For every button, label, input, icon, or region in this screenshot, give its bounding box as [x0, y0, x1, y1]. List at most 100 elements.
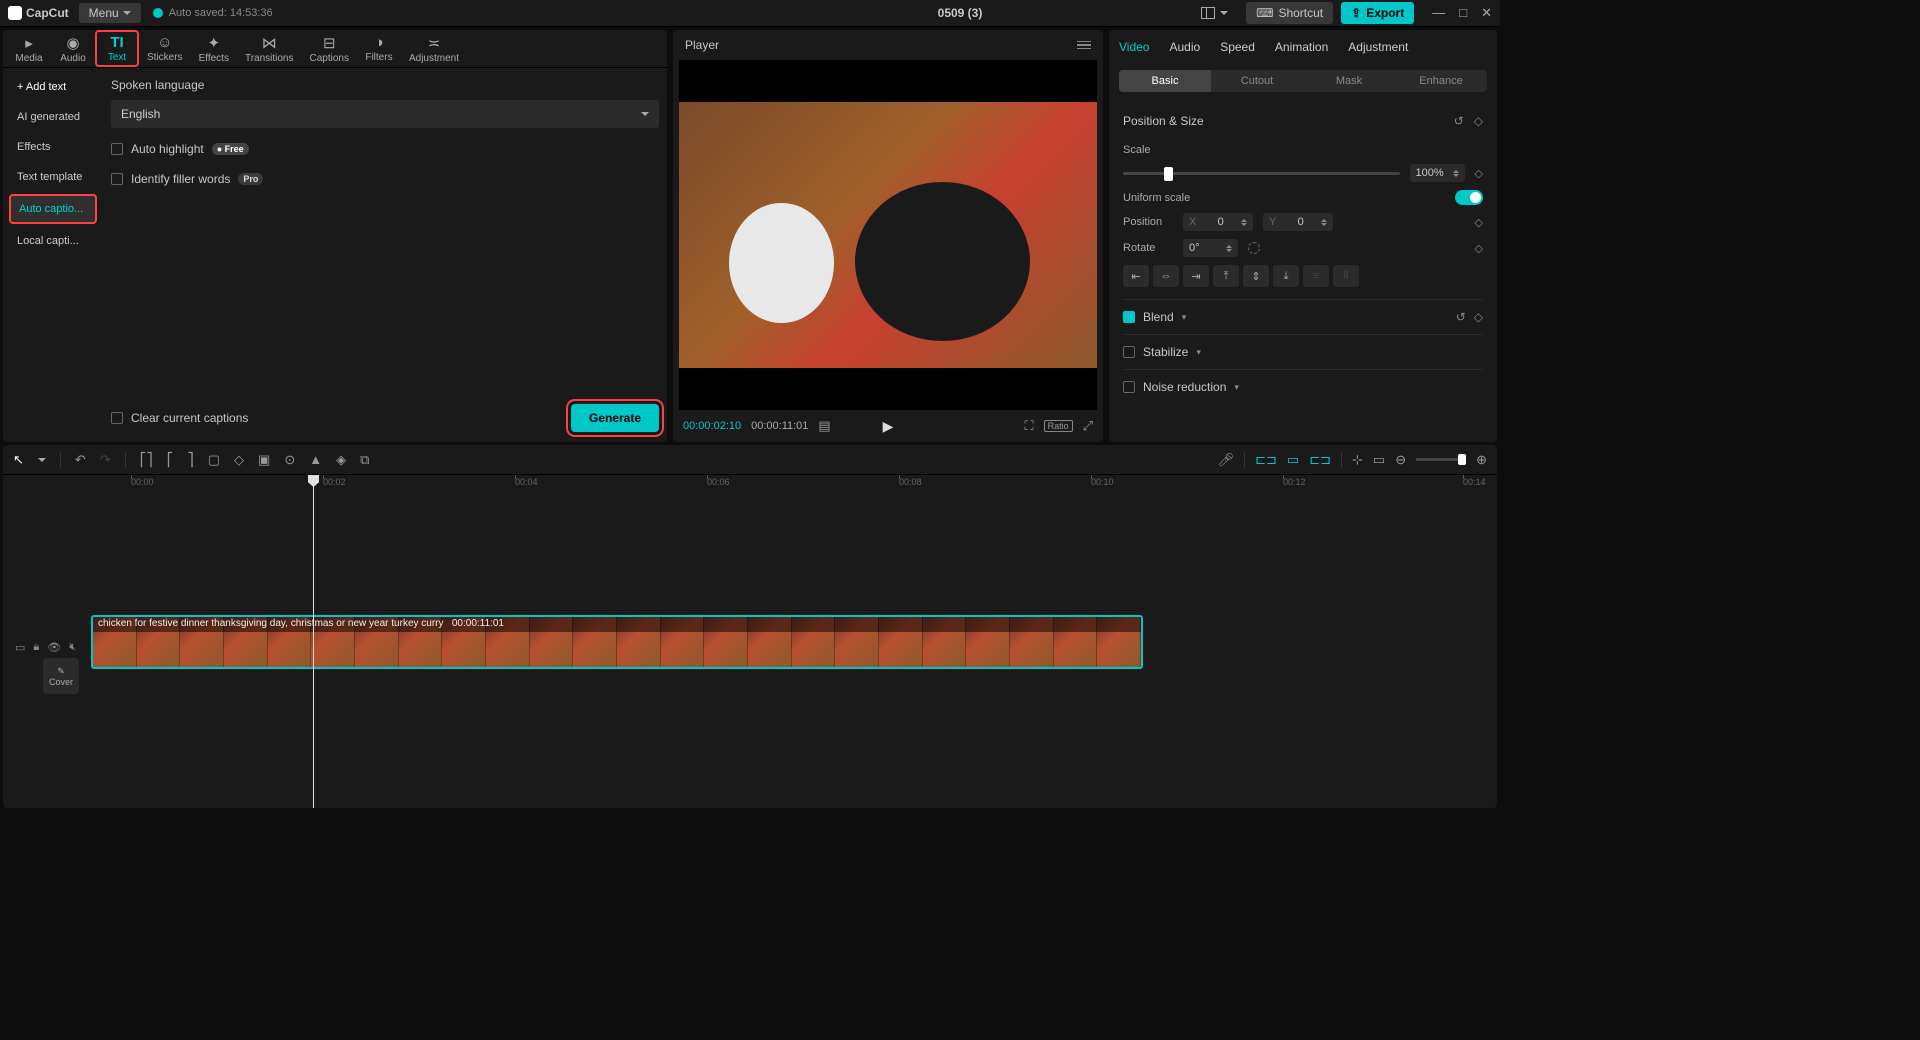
- position-y-input[interactable]: Y0: [1263, 213, 1333, 231]
- inspector-tab-audio[interactable]: Audio: [1169, 40, 1200, 54]
- playhead[interactable]: [313, 475, 314, 808]
- tool-5[interactable]: ◇: [234, 452, 244, 468]
- seg-enhance[interactable]: Enhance: [1395, 70, 1487, 92]
- sidebar-ai-generated[interactable]: AI generated: [9, 104, 97, 130]
- sidebar-auto-captions[interactable]: Auto captio...: [9, 194, 97, 224]
- zoom-slider[interactable]: [1416, 458, 1466, 461]
- crop-tool[interactable]: ⧉: [360, 452, 369, 468]
- magnet-tool[interactable]: ⊏⊐: [1255, 452, 1277, 468]
- timeline-tracks[interactable]: chicken for festive dinner thanksgiving …: [87, 493, 1497, 808]
- delete-tool[interactable]: ▢: [208, 452, 220, 468]
- shortcut-button[interactable]: ⌨Shortcut: [1246, 2, 1333, 24]
- keyframe-icon[interactable]: ◇: [1474, 310, 1483, 324]
- tool-r2[interactable]: ▭: [1373, 452, 1385, 468]
- tab-media[interactable]: ▸Media: [7, 30, 51, 67]
- scale-icon[interactable]: ⛶: [1024, 418, 1033, 434]
- layout-button[interactable]: [1191, 3, 1238, 23]
- keyframe-icon[interactable]: ◇: [1474, 114, 1483, 128]
- export-button[interactable]: ⇪Export: [1341, 2, 1414, 24]
- blend-section[interactable]: Blend▾ ↺◇: [1123, 299, 1483, 334]
- tab-filters[interactable]: ◑Filters: [357, 30, 401, 67]
- mic-icon[interactable]: 🎤︎: [1218, 452, 1235, 468]
- tool-7[interactable]: ⊙: [284, 452, 295, 468]
- tool-9[interactable]: ◈: [336, 452, 346, 468]
- link-tool[interactable]: ▭: [1287, 452, 1299, 468]
- uniform-scale-toggle[interactable]: [1455, 190, 1483, 205]
- undo-button[interactable]: ↶: [75, 452, 86, 468]
- tab-text[interactable]: TIText: [95, 30, 139, 67]
- position-x-input[interactable]: X0: [1183, 213, 1253, 231]
- redo-button[interactable]: ↷: [100, 452, 111, 468]
- video-clip[interactable]: chicken for festive dinner thanksgiving …: [91, 615, 1143, 669]
- seg-basic[interactable]: Basic: [1119, 70, 1211, 92]
- rotate-input[interactable]: 0°: [1183, 239, 1238, 257]
- tab-adjustment[interactable]: ≍Adjustment: [401, 30, 467, 67]
- language-select[interactable]: English: [111, 100, 659, 128]
- seg-mask[interactable]: Mask: [1303, 70, 1395, 92]
- align-right[interactable]: ⇥: [1183, 265, 1209, 287]
- sidebar-add-text[interactable]: + Add text: [9, 74, 97, 100]
- play-button[interactable]: ▶: [883, 418, 894, 435]
- timeline-ruler[interactable]: 00:00 00:02 00:04 00:06 00:08 00:10 00:1…: [123, 475, 1497, 493]
- align-center-h[interactable]: ⇔: [1153, 265, 1179, 287]
- inspector-tab-animation[interactable]: Animation: [1275, 40, 1328, 54]
- keyframe-icon[interactable]: ◇: [1475, 242, 1483, 255]
- reset-icon[interactable]: ↺: [1456, 310, 1466, 324]
- stabilize-section[interactable]: Stabilize▾: [1123, 334, 1483, 369]
- tool-r1[interactable]: ⊹: [1352, 452, 1363, 468]
- minimize-button[interactable]: —: [1432, 5, 1445, 21]
- scale-label: Scale: [1123, 144, 1173, 156]
- track-visible[interactable]: 👁: [47, 641, 61, 654]
- align-center-v[interactable]: ⇕: [1243, 265, 1269, 287]
- player-menu-button[interactable]: [1077, 41, 1091, 50]
- fullscreen-button[interactable]: ⤢: [1083, 418, 1093, 434]
- distribute-h[interactable]: ≡: [1303, 265, 1329, 287]
- track-lock[interactable]: 🔒︎: [33, 641, 39, 654]
- tab-stickers[interactable]: ☺Stickers: [139, 30, 191, 67]
- track-mute[interactable]: 🔇︎: [69, 641, 76, 654]
- cover-button[interactable]: ✎Cover: [43, 658, 79, 694]
- filler-words-checkbox[interactable]: Identify filler words Pro: [111, 172, 659, 186]
- tab-audio[interactable]: ◉Audio: [51, 30, 95, 67]
- sidebar-effects[interactable]: Effects: [9, 134, 97, 160]
- sidebar-text-template[interactable]: Text template: [9, 164, 97, 190]
- align-top[interactable]: ⤒: [1213, 265, 1239, 287]
- maximize-button[interactable]: □: [1459, 5, 1467, 21]
- auto-highlight-checkbox[interactable]: Auto highlight ● Free: [111, 142, 659, 156]
- noise-reduction-section[interactable]: Noise reduction▾: [1123, 369, 1483, 404]
- reset-icon[interactable]: ↺: [1454, 114, 1464, 128]
- tool-8[interactable]: ▲: [309, 452, 322, 467]
- scale-value[interactable]: 100%: [1410, 164, 1465, 182]
- split-tool[interactable]: ⎡⎤: [140, 452, 153, 468]
- distribute-v[interactable]: ⫴: [1333, 265, 1359, 287]
- tab-captions[interactable]: ⊟Captions: [302, 30, 357, 67]
- keyframe-icon[interactable]: ◇: [1475, 167, 1483, 180]
- inspector-tab-video[interactable]: Video: [1119, 40, 1149, 54]
- trim-left-tool[interactable]: ⎡: [167, 452, 174, 468]
- rotate-dial[interactable]: [1248, 242, 1260, 254]
- zoom-out[interactable]: ⊖: [1395, 452, 1406, 468]
- inspector-tab-speed[interactable]: Speed: [1220, 40, 1255, 54]
- inspector-tab-adjustment[interactable]: Adjustment: [1348, 40, 1408, 54]
- align-left[interactable]: ⇤: [1123, 265, 1149, 287]
- snap-tool[interactable]: ⊏⊐: [1309, 452, 1331, 468]
- menu-button[interactable]: Menu: [79, 3, 141, 23]
- scale-slider[interactable]: [1123, 172, 1400, 175]
- zoom-fit[interactable]: ⊕: [1476, 452, 1487, 468]
- trim-right-tool[interactable]: ⎤: [187, 452, 194, 468]
- seg-cutout[interactable]: Cutout: [1211, 70, 1303, 92]
- close-button[interactable]: ✕: [1481, 5, 1492, 21]
- keyframe-icon[interactable]: ◇: [1475, 216, 1483, 229]
- track-toggle-1[interactable]: ▭: [15, 641, 25, 654]
- tool-6[interactable]: ▣: [258, 452, 270, 468]
- list-icon[interactable]: ▤: [818, 418, 830, 434]
- tab-transitions[interactable]: ⋈Transitions: [237, 30, 302, 67]
- align-bottom[interactable]: ⤓: [1273, 265, 1299, 287]
- ratio-button[interactable]: Ratio: [1044, 420, 1073, 432]
- clear-captions-checkbox[interactable]: Clear current captions: [111, 411, 248, 425]
- player-viewport[interactable]: [679, 60, 1097, 410]
- cursor-tool[interactable]: ↖: [13, 452, 24, 468]
- sidebar-local-captions[interactable]: Local capti...: [9, 228, 97, 254]
- tab-effects[interactable]: ✦Effects: [191, 30, 237, 67]
- generate-button[interactable]: Generate: [571, 404, 659, 432]
